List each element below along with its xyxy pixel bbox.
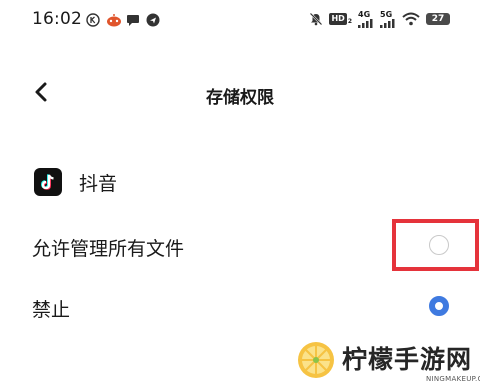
radio-unselected[interactable]	[429, 235, 449, 255]
location-icon	[146, 12, 160, 27]
hd-icon: HD 2	[329, 13, 352, 25]
battery-icon: 27	[426, 13, 450, 25]
mute-icon	[309, 12, 323, 26]
option-label-deny: 禁止	[32, 299, 71, 321]
page-title: 存储权限	[206, 88, 274, 108]
status-time: 16:02	[32, 9, 82, 29]
option-deny[interactable]: 禁止	[32, 293, 452, 323]
watermark: 柠檬手游网 NINGMAKEUP.COM	[296, 340, 480, 384]
signal-4g: 4G	[358, 10, 374, 28]
lemon-logo-icon	[298, 342, 334, 378]
signal-5g: 5G	[380, 10, 396, 28]
status-bar: 16:02 HD 2 4G 5G 27	[0, 0, 480, 40]
option-allow-all-files[interactable]: 允许管理所有文件	[32, 232, 452, 262]
signal-icon	[380, 18, 395, 28]
signal-icon	[358, 18, 373, 28]
wifi-icon	[402, 12, 420, 26]
status-right-icons: HD 2 4G 5G 27	[309, 10, 450, 28]
k-circle-icon	[86, 12, 100, 27]
app-info-row: 抖音	[34, 168, 117, 196]
app-notification-icon	[106, 12, 121, 27]
app-name: 抖音	[79, 172, 118, 195]
radio-selected[interactable]	[429, 296, 449, 316]
watermark-text: 柠檬手游网	[342, 345, 473, 374]
status-left-icons	[86, 11, 160, 27]
watermark-url: NINGMAKEUP.COM	[426, 375, 480, 383]
tiktok-icon	[34, 168, 62, 196]
option-label-allow: 允许管理所有文件	[32, 238, 185, 260]
chat-bubble-icon	[126, 12, 140, 26]
